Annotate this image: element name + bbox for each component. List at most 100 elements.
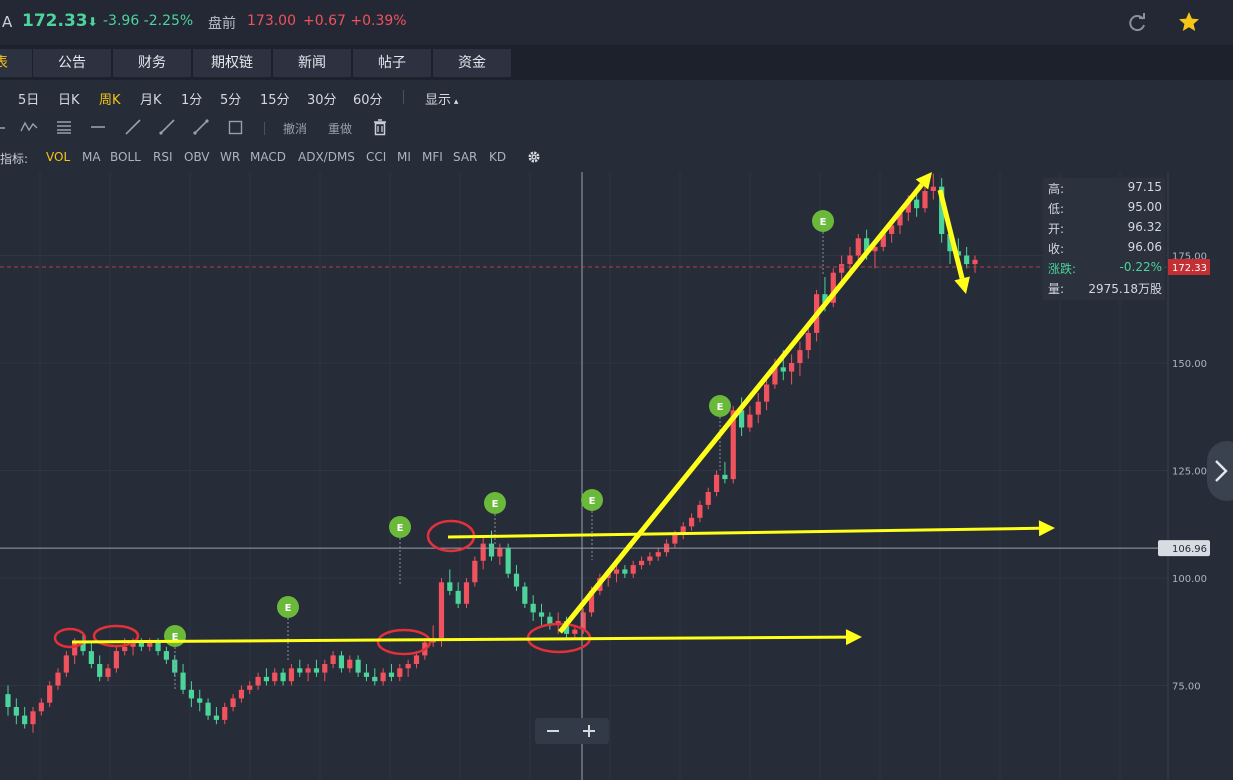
candle-body bbox=[88, 651, 94, 664]
cursor-icon[interactable] bbox=[0, 121, 6, 135]
candle-body bbox=[747, 414, 753, 428]
candle-body bbox=[455, 590, 461, 604]
y-tick-label: 125.00 bbox=[1172, 467, 1207, 478]
info-open-label: 开: bbox=[1048, 222, 1065, 236]
indicator-sar[interactable]: SAR bbox=[453, 150, 477, 164]
candle-body bbox=[647, 556, 653, 561]
ray-icon[interactable] bbox=[158, 118, 176, 136]
tab-financials[interactable]: 财务 bbox=[113, 49, 191, 77]
candle-body bbox=[513, 573, 520, 587]
candle-body bbox=[113, 651, 119, 669]
event-marker-label: E bbox=[492, 499, 499, 510]
indicator-obv[interactable]: OBV bbox=[184, 150, 210, 164]
tab-options-chain[interactable]: 期权链 bbox=[193, 49, 271, 77]
settings-gear-icon[interactable] bbox=[526, 149, 542, 165]
zoom-in-icon[interactable] bbox=[581, 723, 597, 739]
hline-icon[interactable] bbox=[90, 120, 106, 134]
candle-body bbox=[313, 668, 320, 673]
candle-body bbox=[55, 672, 61, 686]
candle-body bbox=[155, 642, 161, 652]
candle-body bbox=[97, 664, 103, 677]
indicator-cci[interactable]: CCI bbox=[366, 150, 386, 164]
candle-body bbox=[338, 655, 345, 669]
candle-body bbox=[705, 492, 711, 505]
undo-button[interactable]: 撤消 bbox=[283, 120, 307, 137]
symbol-label: A bbox=[2, 13, 13, 31]
candle-body bbox=[347, 659, 353, 669]
separator bbox=[403, 90, 404, 104]
period-5min[interactable]: 5分 bbox=[220, 89, 241, 108]
info-volume-value: 2975.18万股 bbox=[1088, 282, 1162, 296]
period-15min[interactable]: 15分 bbox=[260, 89, 290, 108]
indicator-mi[interactable]: MI bbox=[397, 150, 411, 164]
y-tick-label: 150.00 bbox=[1172, 359, 1207, 370]
event-marker-label: E bbox=[717, 402, 724, 413]
quote-header: A 172.33⬇ -3.96 -2.25% 盘前 173.00 +0.67 +… bbox=[0, 0, 1233, 46]
period-daily[interactable]: 日K bbox=[58, 89, 80, 108]
period-60min[interactable]: 60分 bbox=[353, 89, 383, 108]
tab-chart[interactable]: 表 bbox=[0, 49, 32, 77]
star-icon[interactable] bbox=[1177, 10, 1201, 34]
arrow-line-icon[interactable] bbox=[192, 118, 210, 136]
indicator-vol[interactable]: VOL bbox=[46, 150, 70, 164]
zoom-out-icon[interactable] bbox=[545, 724, 561, 738]
premarket-change: +0.67 +0.39% bbox=[303, 13, 407, 29]
tab-capital-flow[interactable]: 资金 bbox=[433, 49, 511, 77]
info-high-label: 高: bbox=[1048, 182, 1065, 196]
indicator-wr[interactable]: WR bbox=[220, 150, 240, 164]
event-marker-label: E bbox=[285, 603, 292, 614]
period-monthly[interactable]: 月K bbox=[140, 89, 162, 108]
indicator-adx-dms[interactable]: ADX/DMS bbox=[298, 150, 355, 164]
candle-body bbox=[972, 259, 978, 265]
period-1min[interactable]: 1分 bbox=[181, 89, 202, 108]
candle-body bbox=[330, 655, 336, 664]
indicator-macd[interactable]: MACD bbox=[250, 150, 286, 164]
info-volume-label: 量: bbox=[1048, 282, 1065, 296]
candle-body bbox=[247, 685, 253, 690]
wave-icon[interactable] bbox=[20, 119, 38, 135]
tab-announcements[interactable]: 公告 bbox=[33, 49, 111, 77]
candle-body bbox=[5, 694, 11, 707]
tab-news[interactable]: 新闻 bbox=[273, 49, 351, 77]
indicator-label: 指标: bbox=[0, 152, 29, 166]
drawing-toolbar: 撤消 重做 bbox=[0, 113, 1233, 143]
candle-body bbox=[397, 668, 403, 677]
info-high-value: 97.15 bbox=[1127, 180, 1162, 194]
candle-body bbox=[839, 264, 845, 273]
fib-icon[interactable] bbox=[56, 120, 72, 134]
trash-icon[interactable] bbox=[373, 119, 387, 136]
display-dropdown[interactable]: 显示 ▴ bbox=[425, 89, 458, 108]
candle-body bbox=[297, 668, 303, 673]
indicator-ma[interactable]: MA bbox=[82, 150, 101, 164]
line-icon[interactable] bbox=[124, 118, 142, 136]
candle-body bbox=[505, 547, 511, 574]
down-arrow-icon: ⬇ bbox=[87, 15, 98, 29]
period-5d[interactable]: 5日 bbox=[18, 89, 39, 108]
redo-button[interactable]: 重做 bbox=[328, 120, 352, 137]
period-30min[interactable]: 30分 bbox=[307, 89, 337, 108]
y-tick-label: 100.00 bbox=[1172, 574, 1207, 585]
candle-body bbox=[789, 363, 795, 372]
period-selector: 5日 日K 周K 月K 1分 5分 15分 30分 60分 显示 ▴ bbox=[0, 82, 1233, 112]
ohlc-info-panel: 高: 97.15 低: 95.00 开: 96.32 收: 96.06 涨跌: -0.22… bbox=[1043, 178, 1165, 300]
indicator-mfi[interactable]: MFI bbox=[422, 150, 443, 164]
event-marker-label: E bbox=[820, 217, 827, 228]
rect-icon[interactable] bbox=[228, 120, 244, 135]
candle-body bbox=[380, 672, 386, 682]
expand-panel-button[interactable] bbox=[1207, 441, 1233, 501]
indicator-rsi[interactable]: RSI bbox=[153, 150, 173, 164]
refresh-icon[interactable] bbox=[1126, 12, 1148, 34]
period-weekly[interactable]: 周K bbox=[99, 89, 121, 108]
candle-body bbox=[530, 603, 536, 613]
candle-body bbox=[180, 672, 186, 690]
info-change-row: 涨跌: -0.22% bbox=[1048, 260, 1162, 278]
candle-body bbox=[63, 655, 69, 673]
tab-posts[interactable]: 帖子 bbox=[353, 49, 431, 77]
candle-body bbox=[480, 543, 486, 561]
candle-body bbox=[622, 569, 628, 574]
candle-body bbox=[405, 664, 411, 669]
indicator-boll[interactable]: BOLL bbox=[110, 150, 141, 164]
indicator-kd[interactable]: KD bbox=[489, 150, 506, 164]
current-price-text: 172.33 bbox=[1172, 263, 1207, 274]
candle-body bbox=[522, 586, 528, 604]
